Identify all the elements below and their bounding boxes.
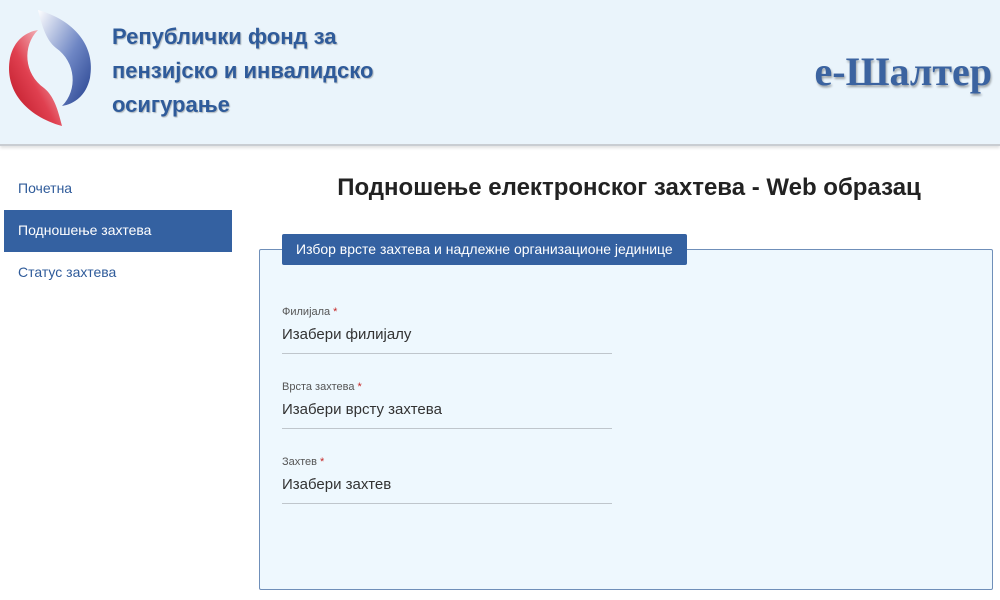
pio-logo-icon[interactable] <box>4 6 96 130</box>
org-name-line-1: Републички фонд за <box>112 24 337 49</box>
page-title: Подношење електронског захтева - Web обр… <box>337 174 921 201</box>
required-mark: * <box>333 306 338 318</box>
request-type-select[interactable]: Врста захтева * Изабери врсту захтева <box>282 381 612 429</box>
request-label: Захтев * <box>282 456 324 468</box>
sidebar-item-home[interactable]: Почетна <box>4 168 232 210</box>
sidebar-nav: Почетна Подношење захтева Статус захтева <box>4 168 232 294</box>
required-mark: * <box>320 456 325 468</box>
branch-select[interactable]: Филијала * Изабери филијалу <box>282 306 612 354</box>
branch-select-value[interactable]: Изабери филијалу <box>282 326 411 343</box>
branch-label: Филијала * <box>282 306 337 318</box>
request-type-select-value[interactable]: Изабери врсту захтева <box>282 401 442 418</box>
request-label-text: Захтев <box>282 456 318 468</box>
e-shalter-brand: е-Шалтер <box>814 49 992 94</box>
request-type-label: Врста захтева * <box>282 381 362 393</box>
branch-label-text: Филијала <box>282 306 331 318</box>
panel-legend: Избор врсте захтева и надлежне организац… <box>282 234 687 265</box>
site-header: Републички фонд за пензијско и инвалидск… <box>0 0 1000 146</box>
sidebar-item-request-status[interactable]: Статус захтева <box>4 252 232 294</box>
required-mark: * <box>357 381 362 393</box>
request-type-label-text: Врста захтева <box>282 381 355 393</box>
sidebar-item-submit-request[interactable]: Подношење захтева <box>4 210 232 252</box>
request-select[interactable]: Захтев * Изабери захтев <box>282 456 612 504</box>
organization-name: Републички фонд за пензијско и инвалидск… <box>112 20 402 122</box>
request-select-value[interactable]: Изабери захтев <box>282 476 391 493</box>
org-name-line-3: осигурање <box>112 92 230 117</box>
org-name-line-2: пензијско и инвалидско <box>112 58 374 83</box>
